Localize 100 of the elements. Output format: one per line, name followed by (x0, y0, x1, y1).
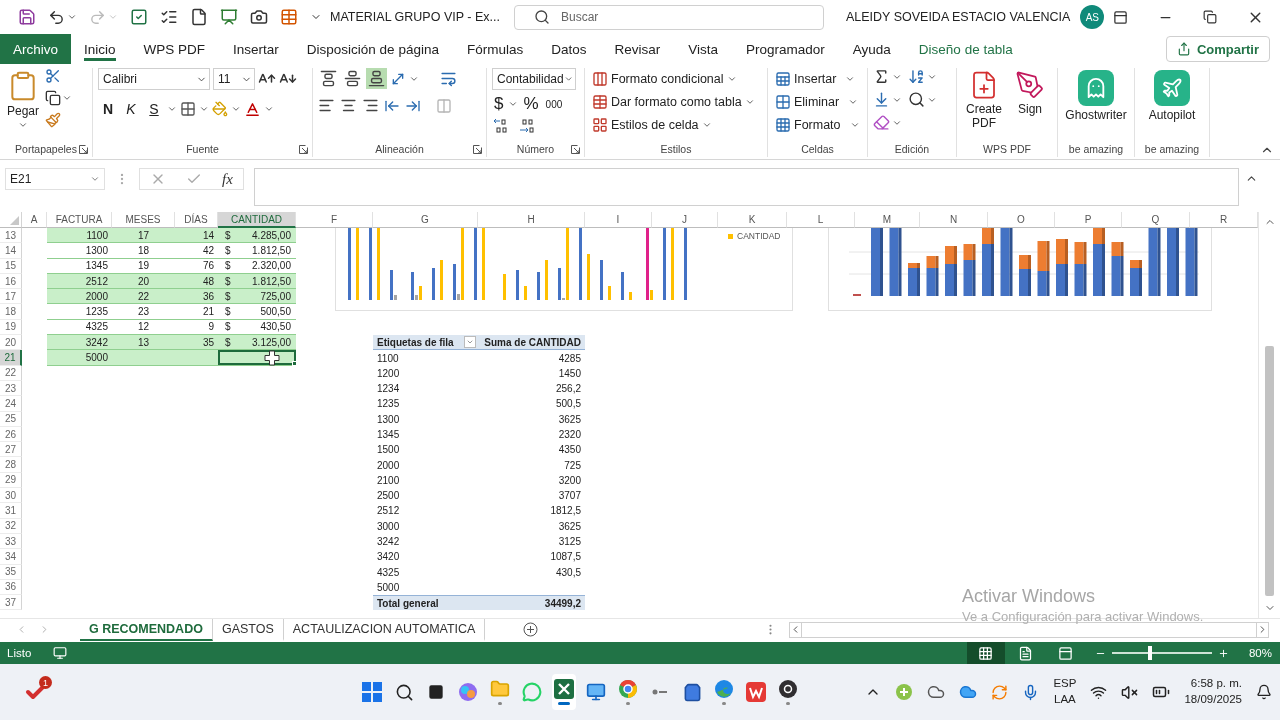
increase-decimal-icon[interactable] (492, 118, 510, 134)
wrap-text-icon[interactable] (440, 70, 457, 87)
camera-icon[interactable] (250, 8, 268, 26)
column-header[interactable]: I (585, 212, 652, 228)
row-header[interactable]: 17 (0, 289, 22, 305)
sheet-tab[interactable]: G RECOMENDADO (80, 618, 213, 641)
create-pdf-button[interactable]: Create PDF (962, 68, 1006, 141)
menu-tab[interactable]: Ayuda (839, 34, 904, 64)
column-header[interactable]: G (373, 212, 478, 228)
row-header[interactable]: 37 (0, 595, 22, 611)
start-icon[interactable] (362, 682, 382, 702)
task-view-icon[interactable] (428, 684, 444, 700)
align-center-icon[interactable] (340, 97, 357, 114)
cloud-sync-icon[interactable] (959, 683, 978, 701)
thousands-button[interactable]: 000 (543, 92, 565, 116)
align-left-icon[interactable] (318, 97, 335, 114)
column-header[interactable]: MESES (112, 212, 175, 228)
caret-icon[interactable] (62, 93, 73, 103)
number-format-select[interactable]: Contabilidad (492, 68, 576, 90)
dialog-launcher-icon[interactable] (299, 144, 308, 154)
column-header[interactable]: F (296, 212, 373, 228)
name-box[interactable]: E21 (5, 168, 105, 190)
font-size-select[interactable]: 11 (213, 68, 255, 90)
caret-icon[interactable] (167, 104, 177, 114)
add-in-button[interactable]: Autopilot (1146, 68, 1198, 141)
search-icon[interactable] (394, 682, 414, 702)
font-name-select[interactable]: Calibri (98, 68, 210, 90)
format-painter-icon[interactable] (45, 112, 62, 128)
column-header[interactable]: Q (1122, 212, 1190, 228)
menu-tab[interactable]: Vista (675, 34, 731, 64)
share-button[interactable]: Compartir (1165, 36, 1270, 62)
formula-input[interactable] (253, 168, 1239, 206)
command-button[interactable]: Estilos de celda (590, 114, 757, 136)
notification-bell-icon[interactable] (1256, 684, 1272, 700)
sign-button[interactable]: Sign (1010, 68, 1050, 141)
vertical-align-button[interactable] (318, 68, 339, 89)
command-button[interactable]: Dar formato como tabla (590, 91, 757, 113)
caret-icon[interactable] (264, 104, 274, 114)
zoom-in-icon[interactable] (1217, 647, 1229, 659)
small-app-icon[interactable] (650, 687, 670, 697)
row-header[interactable]: 30 (0, 488, 22, 504)
browser-icon[interactable] (618, 679, 638, 699)
insert-function-button[interactable]: fx (222, 170, 233, 188)
paste-button[interactable]: Pegar (5, 68, 42, 141)
vertical-align-button[interactable] (366, 68, 387, 89)
normal-view-button[interactable] (966, 642, 1005, 664)
menu-tab[interactable]: Datos (538, 34, 600, 64)
form-icon[interactable] (160, 8, 178, 26)
dialog-launcher-icon[interactable] (79, 144, 88, 154)
column-header[interactable]: O (988, 212, 1055, 228)
command-button[interactable]: Formato condicional (590, 68, 757, 90)
ribbon-display-icon[interactable] (1113, 9, 1128, 25)
dialog-launcher-icon[interactable] (473, 144, 482, 154)
column-header[interactable]: CANTIDAD (218, 212, 296, 228)
menu-tab[interactable]: Fórmulas (453, 34, 537, 64)
decrease-decimal-icon[interactable] (518, 118, 536, 134)
menu-tab[interactable]: Programador (733, 34, 838, 64)
vertical-align-button[interactable] (342, 68, 363, 89)
align-right-icon[interactable] (362, 97, 379, 114)
menu-tab[interactable]: Inicio (71, 34, 129, 64)
search-field[interactable]: Buscar (513, 4, 824, 30)
clock-date[interactable]: 18/09/2025 (1184, 692, 1242, 708)
horizontal-scrollbar-track[interactable] (801, 622, 1258, 637)
row-header[interactable]: 14 (0, 243, 22, 259)
chart-panel[interactable] (828, 228, 1212, 311)
language-indicator[interactable]: ESP LAA (1053, 676, 1077, 708)
menu-tab[interactable]: Archivo (0, 34, 71, 64)
currency-button[interactable]: $ (492, 92, 506, 116)
caret-icon[interactable] (508, 99, 519, 109)
add-sheet-icon[interactable] (523, 622, 539, 637)
filter-dropdown-button[interactable] (464, 336, 476, 349)
office-app-icon[interactable] (746, 682, 766, 702)
menu-tab[interactable]: Disposición de página (293, 34, 452, 64)
bold-button[interactable]: N (98, 98, 118, 120)
fill-color-icon[interactable] (212, 101, 228, 117)
selected-cell[interactable] (218, 350, 296, 365)
column-header[interactable]: DÍAS (175, 212, 218, 228)
column-header[interactable]: P (1055, 212, 1122, 228)
recorder-app-icon[interactable] (778, 679, 798, 699)
caret-icon[interactable] (67, 12, 77, 22)
add-in-button[interactable]: Ghostwriter (1063, 68, 1129, 141)
command-button[interactable]: Insertar (773, 68, 862, 90)
spreadsheet-app-icon[interactable] (554, 679, 574, 699)
save-icon[interactable] (18, 8, 36, 26)
column-header[interactable]: H (478, 212, 585, 228)
column-header[interactable]: N (920, 212, 988, 228)
user-avatar[interactable]: AS (1080, 5, 1105, 29)
column-header[interactable]: L (787, 212, 855, 228)
assistant-app-icon[interactable] (458, 682, 478, 702)
fill-down-icon[interactable] (873, 91, 890, 108)
row-header[interactable]: 28 (0, 457, 22, 473)
cloud-icon[interactable] (927, 683, 946, 701)
sort-filter-icon[interactable] (908, 68, 925, 85)
row-header[interactable]: 24 (0, 396, 22, 412)
row-header[interactable]: 18 (0, 304, 22, 320)
menu-tab[interactable]: Insertar (220, 34, 292, 64)
column-header[interactable]: R (1190, 212, 1258, 228)
scrollbar-thumb[interactable] (1265, 346, 1274, 596)
command-button[interactable]: Eliminar (773, 91, 862, 113)
cut-icon[interactable] (45, 68, 62, 84)
